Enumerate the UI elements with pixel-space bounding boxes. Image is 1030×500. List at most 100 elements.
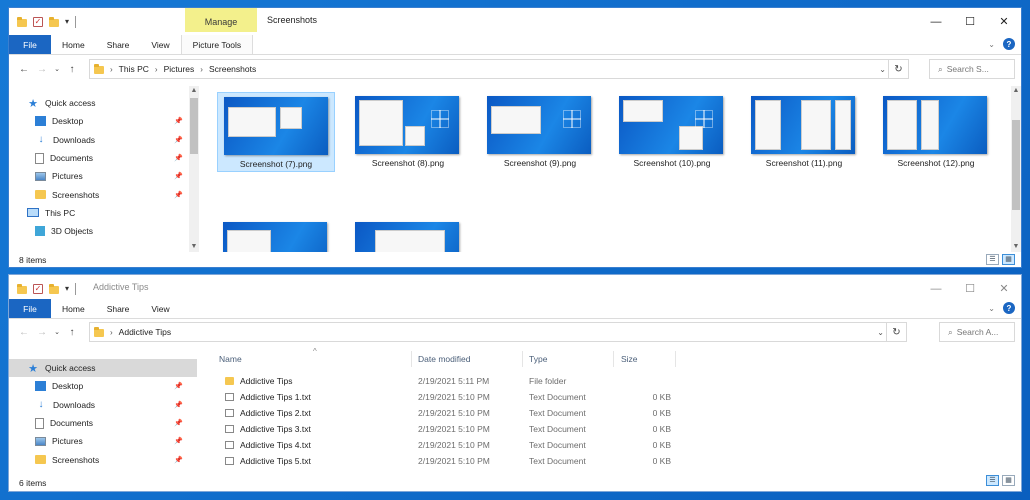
search-placeholder: Search A... bbox=[956, 327, 999, 337]
customize-toolbar-icon[interactable]: ▾ bbox=[65, 17, 69, 26]
address-bar[interactable]: › This PC › Pictures › Screenshots ⌄ ↻ bbox=[89, 59, 909, 79]
tab-manage[interactable]: Manage bbox=[185, 8, 257, 32]
nav-downloads[interactable]: ↓ Downloads 📌 bbox=[9, 396, 197, 414]
properties-icon[interactable]: ✓ bbox=[33, 16, 43, 27]
back-arrow-icon[interactable]: ← bbox=[15, 64, 33, 75]
search-input[interactable]: ⌕ Search S... bbox=[929, 59, 1015, 79]
breadcrumb-screenshots[interactable]: Screenshots bbox=[209, 64, 256, 74]
help-icon[interactable]: ? bbox=[1003, 38, 1015, 50]
nav-screenshots[interactable]: Screenshots 📌 bbox=[9, 185, 197, 203]
tab-file[interactable]: File bbox=[9, 299, 51, 318]
tab-share[interactable]: Share bbox=[96, 35, 141, 54]
nav-label: Pictures bbox=[52, 436, 83, 447]
column-divider[interactable] bbox=[675, 351, 676, 367]
details-view-icon[interactable]: ☰ bbox=[986, 475, 999, 486]
scroll-down-icon[interactable]: ▼ bbox=[189, 242, 199, 252]
column-divider[interactable] bbox=[411, 351, 412, 367]
tab-view[interactable]: View bbox=[140, 299, 180, 318]
file-item[interactable]: Screenshot (11).png bbox=[745, 92, 863, 172]
column-divider[interactable] bbox=[522, 351, 523, 367]
file-item[interactable] bbox=[349, 218, 467, 252]
large-icons-view-icon[interactable]: ▦ bbox=[1002, 475, 1015, 486]
forward-arrow-icon[interactable]: → bbox=[33, 327, 51, 338]
address-dropdown-icon[interactable]: ⌄ bbox=[877, 328, 884, 337]
scrollbar-thumb[interactable] bbox=[190, 98, 198, 154]
recent-locations-icon[interactable]: ⌄ bbox=[51, 65, 63, 73]
table-row[interactable]: Addictive Tips 2/19/2021 5:11 PM File fo… bbox=[215, 373, 1015, 389]
nav-desktop[interactable]: Desktop 📌 bbox=[9, 112, 197, 130]
breadcrumb-this-pc[interactable]: This PC bbox=[119, 64, 149, 74]
close-icon[interactable]: ✕ bbox=[987, 275, 1021, 302]
column-size[interactable]: Size bbox=[621, 354, 638, 364]
file-item[interactable]: Screenshot (12).png bbox=[877, 92, 995, 172]
nav-pictures[interactable]: Pictures 📌 bbox=[9, 167, 197, 185]
breadcrumb-addictive-tips[interactable]: Addictive Tips bbox=[119, 327, 171, 337]
table-row[interactable]: Addictive Tips 4.txt 2/19/2021 5:10 PM T… bbox=[215, 437, 1015, 453]
table-row[interactable]: Addictive Tips 1.txt 2/19/2021 5:10 PM T… bbox=[215, 389, 1015, 405]
tab-file[interactable]: File bbox=[9, 35, 51, 54]
properties-icon[interactable]: ✓ bbox=[33, 283, 43, 294]
file-item[interactable]: Screenshot (7).png bbox=[217, 92, 335, 172]
scrollbar-thumb[interactable] bbox=[1012, 120, 1020, 210]
address-bar[interactable]: › Addictive Tips ⌄ ↻ bbox=[89, 322, 907, 342]
help-icon[interactable]: ? bbox=[1003, 302, 1015, 314]
nav-quick-access[interactable]: ★ Quick access bbox=[9, 359, 197, 378]
column-divider[interactable] bbox=[613, 351, 614, 367]
tab-picture-tools[interactable]: Picture Tools bbox=[180, 35, 254, 54]
folder-icon[interactable] bbox=[17, 283, 27, 294]
tab-home[interactable]: Home bbox=[51, 299, 96, 318]
nav-documents[interactable]: Documents 📌 bbox=[9, 414, 197, 432]
scroll-up-icon[interactable]: ▲ bbox=[189, 86, 199, 96]
folder-icon[interactable] bbox=[17, 16, 27, 27]
close-icon[interactable]: ✕ bbox=[987, 8, 1021, 35]
nav-this-pc[interactable]: This PC bbox=[9, 204, 197, 222]
up-arrow-icon[interactable]: ↑ bbox=[63, 64, 81, 75]
address-dropdown-icon[interactable]: ⌄ bbox=[879, 65, 886, 74]
table-row[interactable]: Addictive Tips 3.txt 2/19/2021 5:10 PM T… bbox=[215, 421, 1015, 437]
details-view-icon[interactable]: ☰ bbox=[986, 254, 999, 265]
nav-label: This PC bbox=[45, 207, 76, 218]
nav-scrollbar[interactable]: ▲ ▼ bbox=[189, 86, 199, 252]
expand-ribbon-icon[interactable]: ⌄ bbox=[988, 40, 995, 49]
table-row[interactable]: Addictive Tips 5.txt 2/19/2021 5:10 PM T… bbox=[215, 453, 1015, 469]
maximize-icon[interactable]: ☐ bbox=[953, 275, 987, 302]
column-name[interactable]: Name bbox=[219, 354, 242, 364]
nav-desktop[interactable]: Desktop 📌 bbox=[9, 377, 197, 395]
search-input[interactable]: ⌕ Search A... bbox=[939, 322, 1015, 342]
refresh-icon[interactable]: ↻ bbox=[888, 60, 908, 78]
nav-downloads[interactable]: ↓ Downloads 📌 bbox=[9, 131, 197, 149]
nav-3d-objects[interactable]: 3D Objects bbox=[9, 222, 197, 240]
breadcrumb-pictures[interactable]: Pictures bbox=[164, 64, 195, 74]
nav-screenshots[interactable]: Screenshots 📌 bbox=[9, 450, 197, 468]
file-item[interactable]: Screenshot (10).png bbox=[613, 92, 731, 172]
large-icons-view-icon[interactable]: ▦ bbox=[1002, 254, 1015, 265]
scroll-down-icon[interactable]: ▼ bbox=[1011, 242, 1021, 252]
file-item[interactable] bbox=[217, 218, 335, 252]
customize-toolbar-icon[interactable]: ▾ bbox=[65, 284, 69, 293]
tab-home[interactable]: Home bbox=[51, 35, 96, 54]
table-row[interactable]: Addictive Tips 2.txt 2/19/2021 5:10 PM T… bbox=[215, 405, 1015, 421]
tab-view[interactable]: View bbox=[140, 35, 180, 54]
new-folder-icon[interactable] bbox=[49, 16, 59, 27]
pin-icon: 📌 bbox=[174, 136, 183, 144]
minimize-icon[interactable]: — bbox=[919, 275, 953, 302]
scroll-up-icon[interactable]: ▲ bbox=[1011, 86, 1021, 96]
maximize-icon[interactable]: ☐ bbox=[953, 8, 987, 35]
minimize-icon[interactable]: — bbox=[919, 8, 953, 35]
back-arrow-icon[interactable]: ← bbox=[15, 327, 33, 338]
tab-share[interactable]: Share bbox=[96, 299, 141, 318]
recent-locations-icon[interactable]: ⌄ bbox=[51, 328, 63, 336]
up-arrow-icon[interactable]: ↑ bbox=[63, 327, 81, 338]
nav-documents[interactable]: Documents 📌 bbox=[9, 149, 197, 167]
column-type[interactable]: Type bbox=[529, 354, 547, 364]
nav-pictures[interactable]: Pictures 📌 bbox=[9, 432, 197, 450]
new-folder-icon[interactable] bbox=[49, 283, 59, 294]
content-scrollbar[interactable]: ▲ ▼ bbox=[1011, 86, 1021, 252]
nav-quick-access[interactable]: ★ Quick access bbox=[9, 94, 197, 112]
file-item[interactable]: Screenshot (8).png bbox=[349, 92, 467, 172]
forward-arrow-icon[interactable]: → bbox=[33, 64, 51, 75]
column-date-modified[interactable]: Date modified bbox=[418, 354, 470, 364]
file-item[interactable]: Screenshot (9).png bbox=[481, 92, 599, 172]
refresh-icon[interactable]: ↻ bbox=[886, 323, 906, 341]
expand-ribbon-icon[interactable]: ⌄ bbox=[988, 304, 995, 313]
